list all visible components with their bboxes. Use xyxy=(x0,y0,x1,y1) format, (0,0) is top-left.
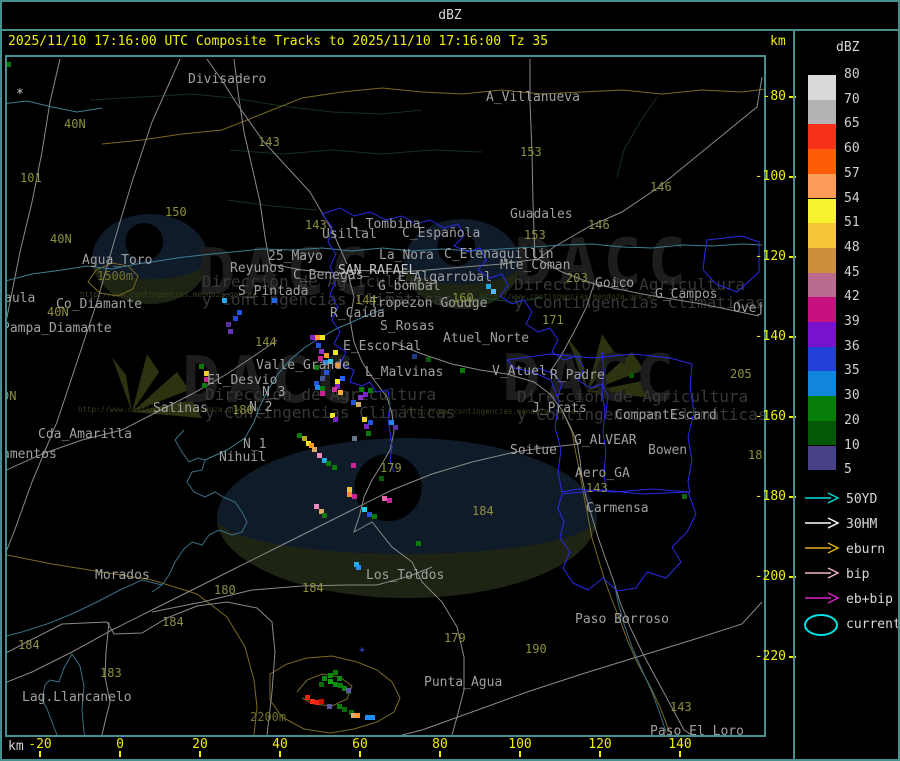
radar-app: { "header": { "title": "dBZ", "timestamp… xyxy=(0,0,900,761)
window-frame xyxy=(0,0,900,761)
